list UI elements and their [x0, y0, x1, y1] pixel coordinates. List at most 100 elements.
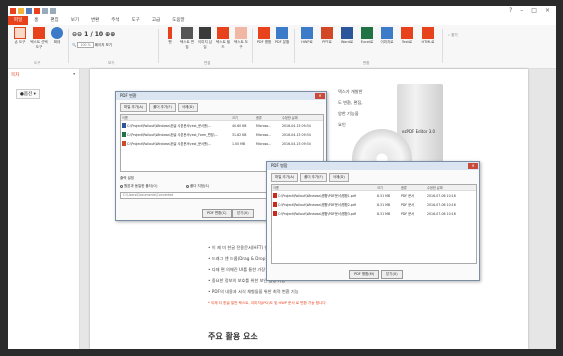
ribbon-divider [158, 29, 159, 63]
open-icon[interactable] [18, 8, 24, 14]
add-file-button[interactable]: 파일 추가(A) [120, 103, 148, 112]
sidebar: 목차 ▾ ●옵션 ▾ [8, 69, 80, 349]
output-settings-label: 출력 설정 [120, 176, 134, 180]
body-text-line: 도 변환, 편집, [338, 100, 363, 105]
convert-word-button[interactable]: Word로 [338, 27, 356, 45]
merge-button[interactable]: PDF 병합(M) [349, 270, 380, 279]
table-row[interactable]: C:\Project\Rollout\Windows\병합\PDF문서\병합3.… [272, 209, 476, 218]
to-hwp-icon [301, 27, 313, 39]
menu-file[interactable]: 파일 [8, 16, 29, 25]
find-panel[interactable]: ⌕ 찾기 [448, 33, 458, 38]
body-text-line: 양한 기능을 [338, 111, 359, 116]
to-text-icon [401, 27, 413, 39]
zoom-icon [51, 27, 63, 39]
hand-tool-button[interactable]: 손 도구 [12, 27, 28, 45]
zoom-button[interactable]: 확대 [50, 27, 64, 45]
hand-icon [14, 27, 26, 39]
add-folder-button[interactable]: 폴더 추가(F) [300, 173, 327, 182]
table-row[interactable]: C:\Project\Rollout\Windows\병합\PDF문서\병합2.… [272, 200, 476, 209]
table-row[interactable]: C:\Project\Rollout\Windows\한글 사본문서\rest_… [121, 130, 323, 139]
to-excel-icon [361, 27, 373, 39]
dialog-close-button[interactable]: ✕ [315, 93, 325, 99]
sidebar-options-dropdown[interactable]: ●옵션 ▾ [16, 89, 40, 99]
menu-advanced[interactable]: 고급 [146, 16, 166, 25]
page-nav-controls[interactable]: ⊖⊖ 1 / 10 ⊕⊕ [72, 31, 115, 38]
text-tool-button[interactable]: 텍스트 도구 [233, 27, 249, 50]
group-label-tools: 도구 [34, 61, 41, 65]
app-window: ? – □ × 파일 홈 편집 보기 변환 주석 도구 고급 도움말 손 도구 … [8, 6, 556, 349]
close-dialog-button[interactable]: 닫기(X) [232, 209, 254, 218]
menu-help[interactable]: 도움말 [166, 16, 190, 25]
redo-icon[interactable] [50, 8, 56, 14]
menu-view[interactable]: 보기 [65, 16, 85, 25]
menu-annotate[interactable]: 주석 [105, 16, 125, 25]
add-folder-button[interactable]: 폴더 추가(F) [149, 103, 176, 112]
convert-hwp-button[interactable]: HWP로 [298, 27, 316, 45]
pdf-file-icon [273, 202, 277, 208]
convert-ppt-button[interactable]: PPT로 [318, 27, 336, 45]
close-dialog-button[interactable]: 닫기(X) [381, 270, 403, 279]
delete-button[interactable]: 삭제(D) [177, 103, 198, 112]
group-label-view: 보기 [108, 61, 115, 65]
minimize-icon[interactable]: – [520, 7, 523, 14]
ribbon-divider [68, 29, 69, 63]
table-row[interactable]: C:\Project\Rollout\Windows\한글 사본문서\rest_… [121, 121, 323, 130]
pen-button[interactable]: 펜 [163, 27, 177, 45]
app-logo-icon [10, 8, 16, 14]
convert-image-button[interactable]: 이미지로 [378, 27, 396, 45]
zoom-controls[interactable]: 🔍 100 % 페이지 보기 [72, 42, 112, 48]
add-file-button[interactable]: 파일 추가(A) [271, 173, 299, 182]
section-heading: 주요 활용 요소 [208, 332, 258, 341]
text-field-icon [217, 27, 229, 39]
specify-folder-radio[interactable]: 폴더 지정(S) [186, 184, 209, 189]
close-icon[interactable]: × [545, 7, 550, 14]
menu-tools[interactable]: 도구 [126, 16, 146, 25]
convert-html-button[interactable]: HTML로 [418, 27, 438, 45]
convert-text-button[interactable]: Text로 [398, 27, 416, 45]
to-ppt-icon [321, 27, 333, 39]
table-row[interactable]: C:\Project\Rollout\Windows\한글 사본문서\rest_… [121, 139, 323, 148]
undo-icon[interactable] [42, 8, 48, 14]
quick-access-toolbar [10, 8, 56, 14]
convert-excel-button[interactable]: Excel로 [358, 27, 376, 45]
group-label-edit: 편집 [204, 61, 211, 65]
zoom-field[interactable]: 100 % [77, 42, 94, 48]
print-icon[interactable] [34, 8, 40, 14]
to-html-icon [422, 27, 434, 39]
body-text-line: 요인 [338, 122, 346, 127]
dialog-title: PDF 병합 [267, 162, 479, 170]
image-insert-button[interactable]: 이미지 삽입 [197, 27, 213, 50]
body-text-line: 덱스가 개발한 [338, 89, 363, 94]
text-edit-button[interactable]: 텍스트 편집 [179, 27, 195, 50]
text-field-button[interactable]: 텍스트 필드 [215, 27, 231, 50]
ribbon: 손 도구 텍스트 선택 도구 확대 ⊖⊖ 1 / 10 ⊕⊕ 🔍 100 % 페… [8, 25, 556, 69]
convert-button[interactable]: PDF 변환(C) [202, 209, 232, 218]
dialog-close-button[interactable]: ✕ [468, 163, 478, 169]
save-icon[interactable] [26, 8, 32, 14]
same-folder-radio[interactable]: 원본과 동일한 폴더(O) [120, 184, 157, 189]
pdf-split-button[interactable]: PDF 분할 [274, 27, 290, 45]
help-icon[interactable]: ? [509, 7, 512, 14]
dialog-toolbar: 파일 추가(A) 폴더 추가(F) 삭제(D) [120, 103, 198, 112]
menu-home[interactable]: 홈 [28, 16, 44, 25]
table-row[interactable]: C:\Project\Rollout\Windows\병합\PDF문서\병합1.… [272, 191, 476, 200]
output-path-field[interactable]: C:\Users\Documents\Converted [120, 192, 270, 199]
text-tool-icon [235, 27, 247, 39]
sidebar-collapse-icon[interactable]: ▾ [73, 72, 75, 76]
to-word-icon [341, 27, 353, 39]
pdf-file-icon [273, 211, 277, 217]
feature-bullet: • PDF의 내용과 서식 체형들을 위한 최적 변환 기능 [208, 289, 299, 294]
dialog-toolbar: 파일 추가(A) 폴더 추가(F) 삭제(D) [271, 173, 349, 182]
pdf-merge-button[interactable]: PDF 병합 [256, 27, 272, 45]
text-select-icon [33, 27, 45, 39]
maximize-icon[interactable]: □ [531, 7, 537, 14]
text-select-button[interactable]: 텍스트 선택 도구 [30, 27, 48, 50]
to-image-icon [381, 27, 393, 39]
menu-edit[interactable]: 편집 [44, 16, 64, 25]
delete-button[interactable]: 삭제(D) [328, 173, 349, 182]
dialog-title: PDF 변환 [116, 92, 326, 100]
window-controls: ? – □ × [509, 7, 550, 14]
text-edit-icon [181, 27, 193, 39]
pen-icon [168, 27, 172, 39]
menu-convert[interactable]: 변환 [85, 16, 105, 25]
